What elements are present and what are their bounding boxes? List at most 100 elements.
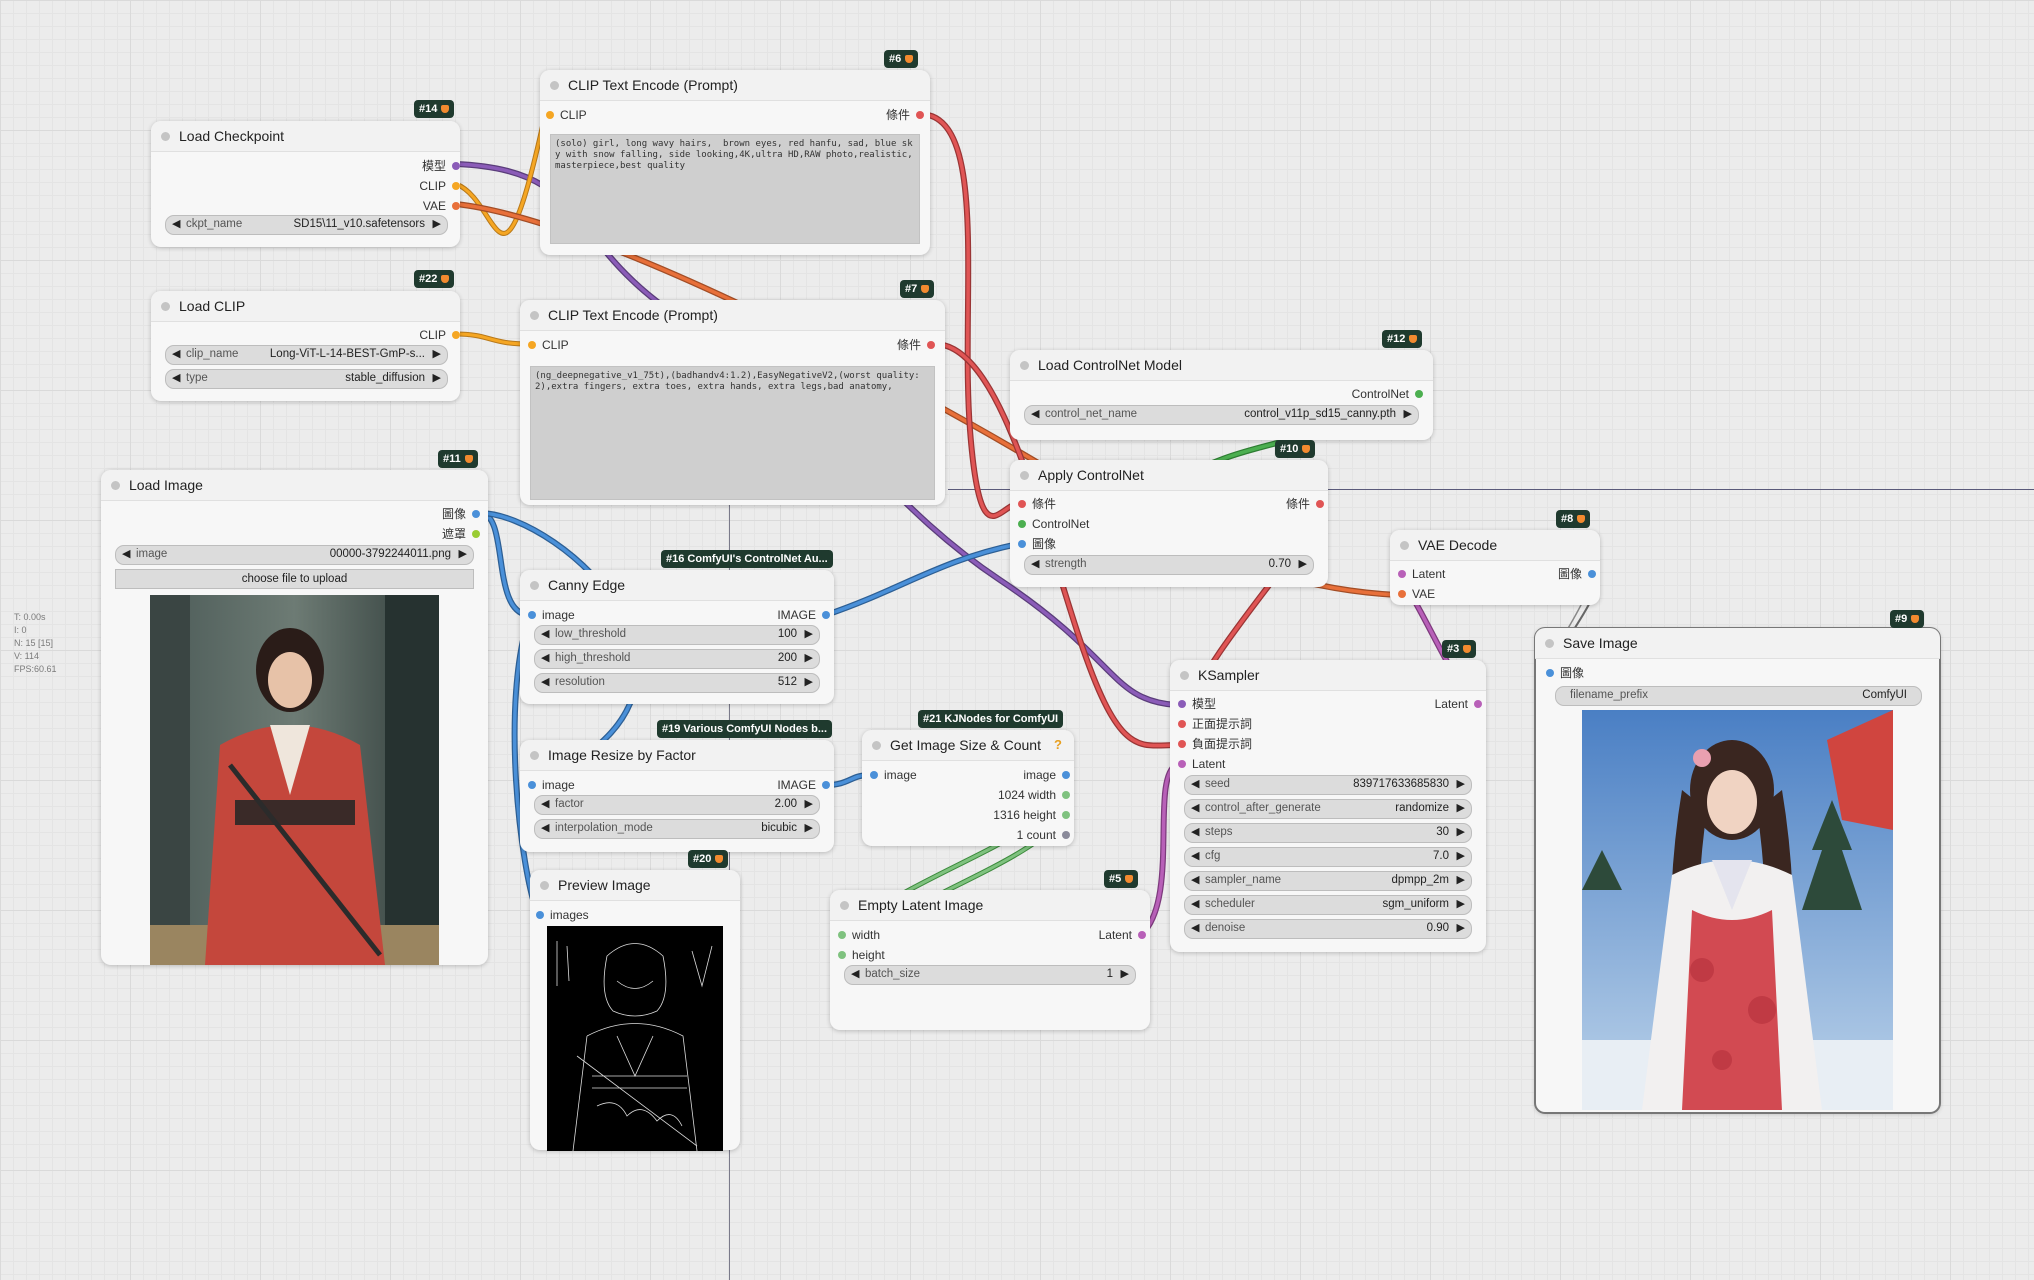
output-conditioning[interactable]: 條件	[886, 108, 924, 122]
node-title-bar[interactable]: Image Resize by Factor	[520, 740, 834, 771]
input-image[interactable]: image	[528, 778, 575, 792]
node-load-controlnet-model[interactable]: Load ControlNet Model ControlNet ◀ contro…	[1010, 350, 1433, 440]
input-images[interactable]: images	[536, 908, 589, 922]
widget-control-net-name[interactable]: ◀ control_net_name control_v11p_sd15_canny…	[1024, 405, 1419, 425]
input-negative[interactable]: 負面提示詞	[1178, 737, 1252, 751]
input-height[interactable]: height	[838, 948, 885, 962]
widget-batch-size[interactable]: ◀ batch_size 1 ▶	[844, 965, 1136, 985]
node-load-image[interactable]: Load Image 圖像 遮罩 ◀ image 00000-3792244011.…	[101, 470, 488, 965]
output-clip[interactable]: CLIP	[419, 179, 460, 193]
widget-strength[interactable]: ◀ strength 0.70 ▶	[1024, 555, 1314, 575]
widget-sampler-name[interactable]: ◀ sampler_name dpmpp_2m ▶	[1184, 871, 1472, 891]
collapse-dot[interactable]	[1400, 541, 1409, 550]
input-model[interactable]: 模型	[1178, 697, 1216, 711]
node-vae-decode[interactable]: VAE Decode Latent VAE 圖像	[1390, 530, 1600, 605]
widget-image-file[interactable]: ◀ image 00000-3792244011.png ▶	[115, 545, 474, 565]
node-title-bar[interactable]: CLIP Text Encode (Prompt)	[540, 70, 930, 101]
input-width[interactable]: width	[838, 928, 880, 942]
collapse-dot[interactable]	[530, 751, 539, 760]
output-image[interactable]: 圖像	[442, 507, 480, 521]
widget-type[interactable]: ◀ type stable_diffusion ▶	[165, 369, 448, 389]
node-preview-image[interactable]: Preview Image images	[530, 870, 740, 1151]
collapse-dot[interactable]	[161, 132, 170, 141]
output-count[interactable]: 1 count	[1017, 828, 1070, 842]
widget-denoise[interactable]: ◀ denoise 0.90 ▶	[1184, 919, 1472, 939]
widget-control-after-generate[interactable]: ◀ control_after_generate randomize ▶	[1184, 799, 1472, 819]
node-load-clip[interactable]: Load CLIP CLIP ◀ clip_name Long-ViT-L-14-B…	[151, 291, 460, 401]
input-latent[interactable]: Latent	[1178, 757, 1225, 771]
node-title-bar[interactable]: Load Checkpoint	[151, 121, 460, 152]
input-image[interactable]: image	[870, 768, 917, 782]
node-title-bar[interactable]: Empty Latent Image	[830, 890, 1150, 921]
widget-scheduler[interactable]: ◀ scheduler sgm_uniform ▶	[1184, 895, 1472, 915]
widget-filename-prefix[interactable]: filename_prefix ComfyUI	[1555, 686, 1922, 706]
collapse-dot[interactable]	[111, 481, 120, 490]
help-icon[interactable]: ?	[1054, 737, 1062, 752]
output-latent[interactable]: Latent	[1435, 697, 1482, 711]
node-title-bar[interactable]: Load ControlNet Model	[1010, 350, 1433, 381]
node-get-image-size-count[interactable]: Get Image Size & Count? image image 1024…	[862, 730, 1074, 846]
node-graph-canvas[interactable]: T: 0.00s I: 0 N: 15 [15] V: 114 FPS:60.6…	[0, 0, 2034, 1280]
widget-clip-name[interactable]: ◀ clip_name Long-ViT-L-14-BEST-GmP-s... ▶	[165, 345, 448, 365]
node-title-bar[interactable]: KSampler	[1170, 660, 1486, 691]
collapse-dot[interactable]	[550, 81, 559, 90]
output-clip[interactable]: CLIP	[419, 328, 460, 342]
widget-interpolation-mode[interactable]: ◀ interpolation_mode bicubic ▶	[534, 819, 820, 839]
collapse-dot[interactable]	[161, 302, 170, 311]
output-image[interactable]: IMAGE	[777, 608, 830, 622]
node-ksampler[interactable]: KSampler 模型 正面提示詞 負面提示詞 Latent Latent ◀ s…	[1170, 660, 1486, 952]
node-title-bar[interactable]: Canny Edge	[520, 570, 834, 601]
output-model[interactable]: 模型	[422, 159, 460, 173]
node-title-bar[interactable]: CLIP Text Encode (Prompt)	[520, 300, 945, 331]
input-conditioning[interactable]: 條件	[1018, 497, 1056, 511]
node-title-bar[interactable]: VAE Decode	[1390, 530, 1600, 561]
output-image[interactable]: IMAGE	[777, 778, 830, 792]
output-width[interactable]: 1024 width	[998, 788, 1070, 802]
node-save-image[interactable]: Save Image 圖像 filename_prefix ComfyUI	[1534, 627, 1941, 1114]
collapse-dot[interactable]	[530, 581, 539, 590]
widget-factor[interactable]: ◀ factor 2.00 ▶	[534, 795, 820, 815]
widget-ckpt-name[interactable]: ◀ ckpt_name SD15\11_v10.safetensors ▶	[165, 215, 448, 235]
output-height[interactable]: 1316 height	[993, 808, 1070, 822]
collapse-dot[interactable]	[1020, 361, 1029, 370]
output-conditioning[interactable]: 條件	[897, 338, 935, 352]
node-load-checkpoint[interactable]: Load Checkpoint 模型 CLIP VAE ◀ ckpt_name SD…	[151, 121, 460, 247]
node-canny-edge[interactable]: Canny Edge image IMAGE ◀ low_threshold 100…	[520, 570, 834, 704]
collapse-dot[interactable]	[530, 311, 539, 320]
collapse-dot[interactable]	[1020, 471, 1029, 480]
widget-cfg[interactable]: ◀ cfg 7.0 ▶	[1184, 847, 1472, 867]
node-image-resize-by-factor[interactable]: Image Resize by Factor image IMAGE ◀ fact…	[520, 740, 834, 852]
node-title-bar[interactable]: Get Image Size & Count?	[862, 730, 1074, 761]
collapse-dot[interactable]	[540, 881, 549, 890]
prompt-textarea[interactable]: (solo) girl, long wavy hairs, brown eyes…	[550, 134, 920, 244]
upload-button[interactable]: choose file to upload	[115, 569, 474, 589]
node-title-bar[interactable]: Apply ControlNet	[1010, 460, 1328, 491]
output-controlnet[interactable]: ControlNet	[1352, 387, 1423, 401]
widget-low-threshold[interactable]: ◀ low_threshold 100 ▶	[534, 625, 820, 645]
input-controlnet[interactable]: ControlNet	[1018, 517, 1089, 531]
output-conditioning[interactable]: 條件	[1286, 497, 1324, 511]
collapse-dot[interactable]	[872, 741, 881, 750]
widget-seed[interactable]: ◀ seed 839717633685830 ▶	[1184, 775, 1472, 795]
prompt-textarea[interactable]: (ng_deepnegative_v1_75t),(badhandv4:1.2)…	[530, 366, 935, 500]
output-mask[interactable]: 遮罩	[442, 527, 480, 541]
collapse-dot[interactable]	[840, 901, 849, 910]
output-latent[interactable]: Latent	[1099, 928, 1146, 942]
collapse-dot[interactable]	[1180, 671, 1189, 680]
input-clip[interactable]: CLIP	[528, 338, 569, 352]
node-apply-controlnet[interactable]: Apply ControlNet 條件 ControlNet 圖像 條件 ◀ st…	[1010, 460, 1328, 587]
input-image[interactable]: image	[528, 608, 575, 622]
node-title-bar[interactable]: Save Image	[1535, 628, 1940, 659]
output-vae[interactable]: VAE	[423, 199, 460, 213]
input-clip[interactable]: CLIP	[546, 108, 587, 122]
node-empty-latent-image[interactable]: Empty Latent Image width height Latent ◀…	[830, 890, 1150, 1030]
input-image[interactable]: 圖像	[1018, 537, 1056, 551]
input-images[interactable]: 圖像	[1546, 666, 1584, 680]
node-title-bar[interactable]: Load Image	[101, 470, 488, 501]
node-clip-text-encode-negative[interactable]: CLIP Text Encode (Prompt) CLIP 條件 (ng_de…	[520, 300, 945, 505]
output-image[interactable]: image	[1023, 768, 1070, 782]
node-clip-text-encode-positive[interactable]: CLIP Text Encode (Prompt) CLIP 條件 (solo)…	[540, 70, 930, 255]
widget-steps[interactable]: ◀ steps 30 ▶	[1184, 823, 1472, 843]
widget-resolution[interactable]: ◀ resolution 512 ▶	[534, 673, 820, 693]
input-positive[interactable]: 正面提示詞	[1178, 717, 1252, 731]
